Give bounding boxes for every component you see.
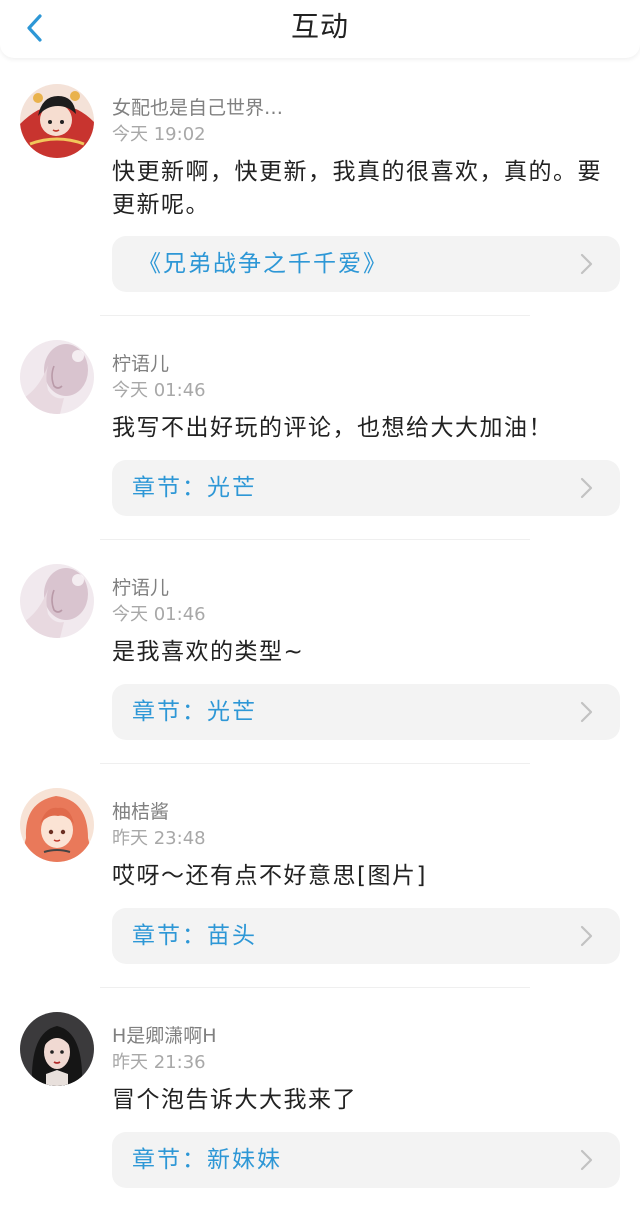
avatar[interactable] <box>20 1012 94 1086</box>
user-name[interactable]: H是卿潇啊H <box>112 1024 217 1048</box>
avatar[interactable] <box>20 84 94 158</box>
related-chapter-link: 章节：光芒 <box>132 475 257 501</box>
user-name[interactable]: 女配也是自己世界… <box>112 96 283 120</box>
related-chapter-card[interactable]: 章节：苗头 <box>112 908 620 964</box>
related-work-card[interactable]: 《兄弟战争之千千爱》 <box>112 236 620 292</box>
comment-item: 柠语儿 今天 01:46 我写不出好玩的评论，也想给大大加油！ 章节：光芒 <box>0 316 640 540</box>
top-nav-bar: 互动 <box>0 0 640 58</box>
comment-text: 是我喜欢的类型~ <box>112 639 305 665</box>
related-chapter-card[interactable]: 章节：光芒 <box>112 684 620 740</box>
comment-text: 冒个泡告诉大大我来了 <box>112 1087 357 1113</box>
comment-list: 女配也是自己世界… 今天 19:02 快更新啊，快更新，我真的很喜欢，真的。要更… <box>0 60 640 1206</box>
comment-text: 我写不出好玩的评论，也想给大大加油！ <box>112 415 553 441</box>
comment-item: 柠语儿 今天 01:46 是我喜欢的类型~ 章节：光芒 <box>0 540 640 764</box>
avatar[interactable] <box>20 788 94 862</box>
page-title: 互动 <box>290 10 349 43</box>
chevron-right-icon <box>574 924 598 948</box>
comment-time: 今天 01:46 <box>112 380 206 401</box>
chevron-right-icon <box>574 1148 598 1172</box>
user-name[interactable]: 柚桔酱 <box>112 800 169 824</box>
comment-item: H是卿潇啊H 昨天 21:36 冒个泡告诉大大我来了 章节：新妹妹 <box>0 988 640 1206</box>
interaction-page: 互动 女配也是自己世界… 今天 19:02 快更新啊，快更新，我真的很喜欢，真的… <box>0 0 640 1206</box>
chevron-right-icon <box>574 700 598 724</box>
related-chapter-link: 章节：苗头 <box>132 923 257 949</box>
related-chapter-card[interactable]: 章节：光芒 <box>112 460 620 516</box>
comment-item: 柚桔酱 昨天 23:48 哎呀～还有点不好意思[图片] 章节：苗头 <box>0 764 640 988</box>
related-chapter-link: 章节：光芒 <box>132 699 257 725</box>
comment-time: 昨天 21:36 <box>112 1052 206 1073</box>
comment-time: 今天 01:46 <box>112 604 206 625</box>
avatar[interactable] <box>20 340 94 414</box>
avatar[interactable] <box>20 564 94 638</box>
user-name[interactable]: 柠语儿 <box>112 576 169 600</box>
user-name[interactable]: 柠语儿 <box>112 352 169 376</box>
related-work-link: 《兄弟战争之千千爱》 <box>138 251 388 277</box>
related-chapter-card[interactable]: 章节：新妹妹 <box>112 1132 620 1188</box>
comment-text: 哎呀～还有点不好意思[图片] <box>112 863 427 889</box>
comment-time: 今天 19:02 <box>112 124 206 145</box>
related-chapter-link: 章节：新妹妹 <box>132 1147 282 1173</box>
comment-time: 昨天 23:48 <box>112 828 206 849</box>
chevron-right-icon <box>574 252 598 276</box>
chevron-right-icon <box>574 476 598 500</box>
comment-text: 快更新啊，快更新，我真的很喜欢，真的。要更新呢。 <box>112 159 602 218</box>
comment-item: 女配也是自己世界… 今天 19:02 快更新啊，快更新，我真的很喜欢，真的。要更… <box>0 60 640 316</box>
